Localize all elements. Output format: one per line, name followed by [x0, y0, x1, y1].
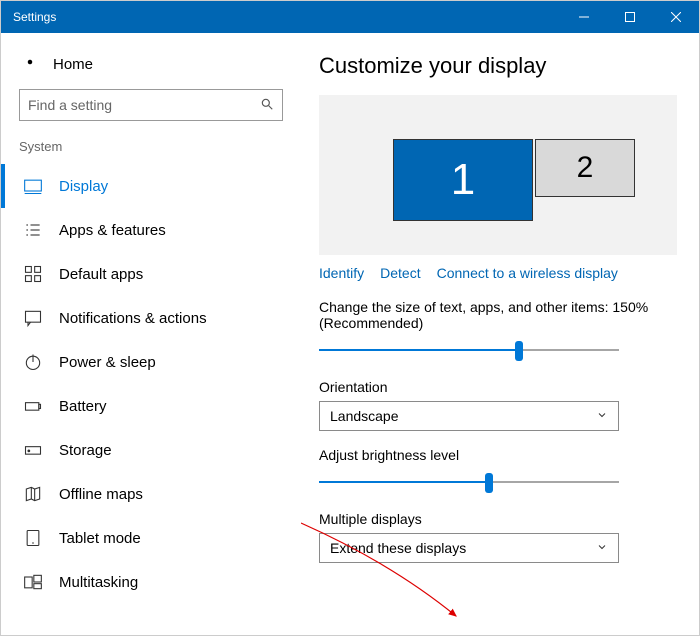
- sidebar-item-label: Offline maps: [59, 486, 143, 503]
- display-icon: [23, 176, 43, 196]
- orientation-label: Orientation: [319, 379, 677, 395]
- storage-icon: [23, 440, 43, 460]
- brightness-slider[interactable]: [319, 469, 677, 497]
- maximize-button[interactable]: [607, 1, 653, 33]
- sidebar-item-battery[interactable]: Battery: [1, 384, 301, 428]
- sidebar-item-power[interactable]: Power & sleep: [1, 340, 301, 384]
- home-button[interactable]: Home: [1, 45, 301, 89]
- sidebar-item-label: Notifications & actions: [59, 310, 207, 327]
- sidebar-item-storage[interactable]: Storage: [1, 428, 301, 472]
- tablet-icon: [23, 528, 43, 548]
- search-input[interactable]: Find a setting: [19, 89, 283, 121]
- multiple-displays-label: Multiple displays: [319, 511, 677, 527]
- identify-link[interactable]: Identify: [319, 265, 364, 281]
- scale-slider[interactable]: [319, 337, 677, 365]
- wireless-display-link[interactable]: Connect to a wireless display: [437, 265, 618, 281]
- gear-icon: [21, 53, 39, 75]
- default-apps-icon: [23, 264, 43, 284]
- sidebar-item-display[interactable]: Display: [1, 164, 301, 208]
- power-icon: [23, 352, 43, 372]
- chevron-down-icon: [596, 540, 608, 556]
- notifications-icon: [23, 308, 43, 328]
- sidebar-item-multitasking[interactable]: Multitasking: [1, 560, 301, 604]
- sidebar-item-tablet[interactable]: Tablet mode: [1, 516, 301, 560]
- close-button[interactable]: [653, 1, 699, 33]
- sidebar-item-maps[interactable]: Offline maps: [1, 472, 301, 516]
- multiple-displays-select[interactable]: Extend these displays: [319, 533, 619, 563]
- orientation-value: Landscape: [330, 408, 399, 424]
- window-title: Settings: [13, 10, 56, 24]
- sidebar-item-label: Default apps: [59, 266, 143, 283]
- minimize-button[interactable]: [561, 1, 607, 33]
- sidebar-item-label: Tablet mode: [59, 530, 141, 547]
- sidebar-item-label: Storage: [59, 442, 112, 459]
- multitasking-icon: [23, 572, 43, 592]
- list-icon: [23, 220, 43, 240]
- display-preview[interactable]: 1 2: [319, 95, 677, 255]
- annotation-arrow: [301, 513, 481, 635]
- sidebar-item-default-apps[interactable]: Default apps: [1, 252, 301, 296]
- sidebar-item-apps[interactable]: Apps & features: [1, 208, 301, 252]
- search-placeholder: Find a setting: [28, 97, 112, 113]
- monitor-1[interactable]: 1: [393, 139, 533, 221]
- sidebar-item-label: Power & sleep: [59, 354, 156, 371]
- scale-label: Change the size of text, apps, and other…: [319, 299, 677, 331]
- detect-link[interactable]: Detect: [380, 265, 420, 281]
- sidebar-item-notifications[interactable]: Notifications & actions: [1, 296, 301, 340]
- sidebar-item-label: Display: [59, 178, 108, 195]
- search-icon: [260, 97, 274, 114]
- multiple-displays-value: Extend these displays: [330, 540, 466, 556]
- title-bar: Settings: [1, 1, 699, 33]
- section-label: System: [1, 135, 301, 164]
- sidebar-item-label: Multitasking: [59, 574, 138, 591]
- battery-icon: [23, 396, 43, 416]
- sidebar-item-label: Battery: [59, 398, 107, 415]
- maps-icon: [23, 484, 43, 504]
- main-panel: Customize your display 1 2 Identify Dete…: [301, 33, 699, 635]
- chevron-down-icon: [596, 408, 608, 424]
- brightness-label: Adjust brightness level: [319, 447, 677, 463]
- home-label: Home: [53, 56, 93, 73]
- sidebar: Home Find a setting System Display Apps …: [1, 33, 301, 635]
- orientation-select[interactable]: Landscape: [319, 401, 619, 431]
- sidebar-item-label: Apps & features: [59, 222, 166, 239]
- monitor-2[interactable]: 2: [535, 139, 635, 197]
- page-title: Customize your display: [319, 53, 677, 79]
